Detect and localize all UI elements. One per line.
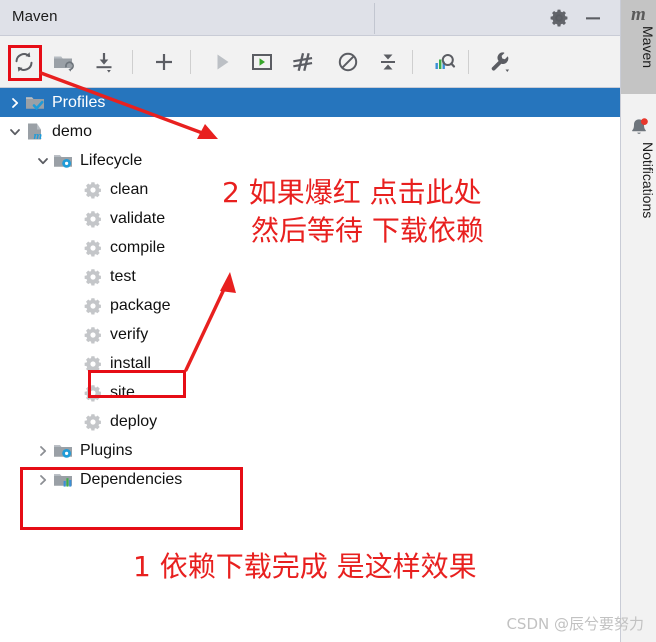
maven-tool-window: Maven Profiles m demo Lifecycle clean va…	[0, 0, 656, 642]
goal-gear-icon	[82, 180, 104, 200]
wrench-icon[interactable]	[486, 48, 514, 76]
toolbar-separator	[468, 50, 469, 74]
tree-item-label: Profiles	[52, 93, 106, 111]
lifecycle-folder-icon	[52, 151, 74, 171]
tree-item-deploy[interactable]: deploy	[0, 407, 620, 436]
chevron-down-icon[interactable]	[6, 123, 24, 141]
tree-item-demo[interactable]: m demo	[0, 117, 620, 146]
tree-item-label: demo	[52, 122, 93, 140]
tree-item-label: compile	[110, 238, 166, 256]
tree-item-label: package	[110, 296, 171, 314]
tree-item-label: test	[110, 267, 136, 285]
tree-item-plugins[interactable]: Plugins	[0, 436, 620, 465]
maven-m-icon: m	[631, 4, 646, 25]
chevron-right-icon[interactable]	[34, 471, 52, 489]
offline-icon[interactable]	[334, 48, 362, 76]
goal-gear-icon	[82, 412, 104, 432]
chevron-right-icon[interactable]	[6, 94, 24, 112]
goal-gear-icon	[82, 209, 104, 229]
tree-item-label: Lifecycle	[80, 151, 143, 169]
goal-gear-icon	[82, 296, 104, 316]
goal-gear-icon	[82, 325, 104, 345]
notification-bell-icon	[628, 116, 650, 138]
chevron-right-icon[interactable]	[34, 442, 52, 460]
toolbar-separator	[132, 50, 133, 74]
tree-item-install[interactable]: install	[0, 349, 620, 378]
tool-window-side-strip: m Maven Notifications	[620, 0, 656, 642]
maven-toolbar	[0, 36, 620, 88]
tree-item-clean[interactable]: clean	[0, 175, 620, 204]
tree-item-validate[interactable]: validate	[0, 204, 620, 233]
tree-item-compile[interactable]: compile	[0, 233, 620, 262]
download-icon[interactable]	[90, 48, 118, 76]
profiles-folder-icon	[24, 93, 46, 113]
play-icon[interactable]	[208, 48, 236, 76]
run-console-icon[interactable]	[248, 48, 276, 76]
side-tab-notifications[interactable]: Notifications	[621, 112, 656, 262]
side-tab-label: Notifications	[640, 142, 656, 219]
tree-item-package[interactable]: package	[0, 291, 620, 320]
tree-item-label: deploy	[110, 412, 158, 430]
svg-text:m: m	[34, 130, 43, 141]
tree-item-label: Plugins	[80, 441, 133, 459]
minimize-icon[interactable]	[582, 7, 604, 29]
tree-item-label: install	[110, 354, 151, 372]
refresh-icon[interactable]	[10, 48, 38, 76]
maven-projects-tree: Profiles m demo Lifecycle clean validate…	[0, 88, 620, 642]
tree-item-site[interactable]: site	[0, 378, 620, 407]
goal-gear-icon	[82, 238, 104, 258]
chevron-down-icon[interactable]	[34, 152, 52, 170]
side-tab-maven[interactable]: m Maven	[621, 0, 656, 94]
goal-gear-icon	[82, 383, 104, 403]
goal-gear-icon	[82, 354, 104, 374]
tree-item-verify[interactable]: verify	[0, 320, 620, 349]
tree-item-test[interactable]: test	[0, 262, 620, 291]
tree-item-label: validate	[110, 209, 166, 227]
tree-item-label: clean	[110, 180, 149, 198]
maven-project-icon: m	[24, 122, 46, 142]
tree-item-dependencies[interactable]: Dependencies	[0, 465, 620, 494]
gear-icon[interactable]	[548, 7, 570, 29]
tree-item-label: site	[110, 383, 135, 401]
page-title: Maven	[12, 8, 58, 25]
tree-item-profiles[interactable]: Profiles	[0, 88, 620, 117]
folder-refresh-icon[interactable]	[50, 48, 78, 76]
header-divider	[374, 3, 375, 34]
plus-icon[interactable]	[150, 48, 178, 76]
tree-item-label: Dependencies	[80, 470, 183, 488]
toolbar-separator	[190, 50, 191, 74]
tool-window-header: Maven	[0, 0, 620, 36]
collapse-all-icon[interactable]	[374, 48, 402, 76]
dependencies-folder-icon	[52, 470, 74, 490]
side-tab-label: Maven	[640, 26, 656, 69]
tree-item-lifecycle[interactable]: Lifecycle	[0, 146, 620, 175]
dependency-analyzer-icon[interactable]	[430, 48, 458, 76]
tree-item-label: verify	[110, 325, 149, 343]
goal-gear-icon	[82, 267, 104, 287]
toolbar-separator	[412, 50, 413, 74]
skip-tests-icon[interactable]	[288, 48, 316, 76]
plugins-folder-icon	[52, 441, 74, 461]
